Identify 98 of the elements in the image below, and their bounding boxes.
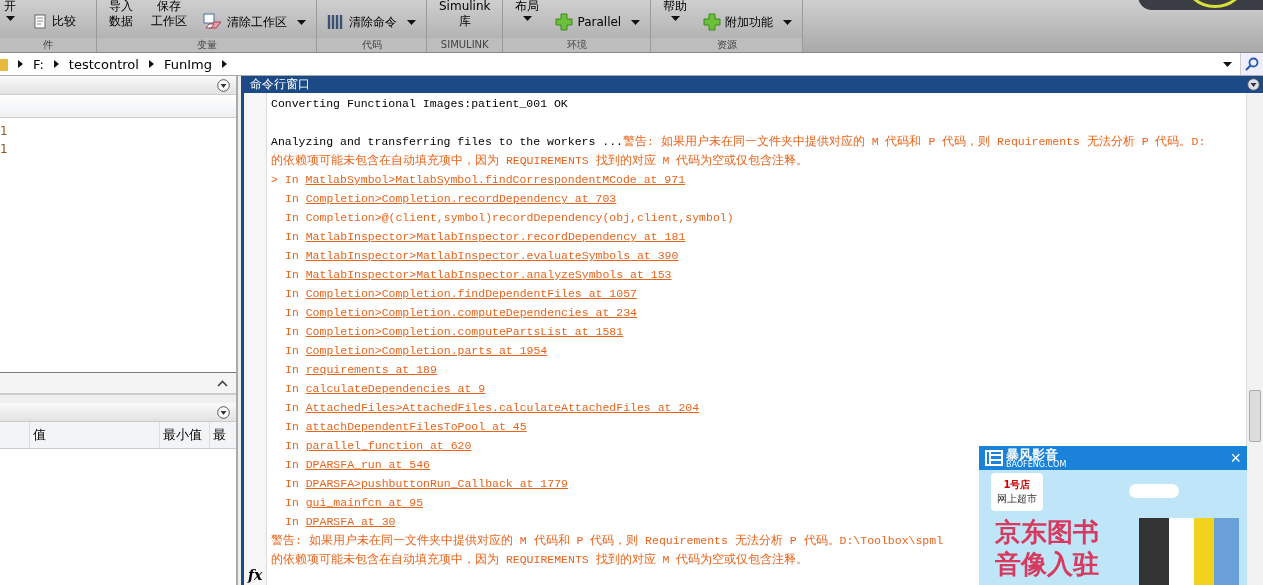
- store-subtitle: 网上超市: [997, 492, 1037, 506]
- list-value: 1: [0, 141, 9, 158]
- stack-prefix: In: [285, 496, 299, 509]
- caret-icon[interactable]: [522, 16, 532, 21]
- toolbar-button[interactable]: 附加功能: [701, 13, 795, 31]
- path-segment[interactable]: F:: [33, 56, 44, 72]
- caret-icon[interactable]: [670, 16, 680, 21]
- warning-text: 警告: 如果用户未在同一文件夹中提供对应的 M 代码和 P 代码，则 Requirements 无法分析 P 代码。D:: [622, 135, 1206, 148]
- document-icon: [32, 13, 48, 30]
- stack-prefix: In: [285, 401, 299, 414]
- path-segment[interactable]: testcontrol: [68, 56, 139, 72]
- column-header[interactable]: 最小值: [160, 422, 210, 448]
- caret-icon[interactable]: [783, 19, 793, 25]
- stack-prefix: In: [285, 420, 299, 433]
- eraser-icon: [203, 13, 223, 31]
- stack-prefix: In: [285, 477, 299, 490]
- stack-prefix: In: [285, 268, 299, 281]
- stack-link[interactable]: MatlabInspector>MatlabInspector.evaluateSymbols at 390: [305, 249, 679, 262]
- chevron-icon[interactable]: [221, 60, 227, 68]
- output-line: Analyzing and transferring files to the workers ...: [271, 135, 623, 148]
- stack-prefix: In: [285, 363, 299, 376]
- dropdown-icon[interactable]: [1223, 61, 1232, 67]
- store-logo: 1号店: [1003, 478, 1031, 492]
- toolbar-button[interactable]: 保存 工作区: [147, 0, 191, 29]
- toolbar-button[interactable]: 帮助: [659, 0, 692, 21]
- stack-prefix: In: [285, 515, 299, 528]
- function-prompt[interactable]: fx: [248, 567, 263, 583]
- stack-link[interactable]: gui_mainfcn at 95: [305, 496, 424, 509]
- stack-prefix: In: [285, 382, 299, 395]
- toolbar-button[interactable]: 开: [0, 0, 20, 21]
- cloud-icon: [1129, 484, 1179, 498]
- stack-link[interactable]: MatlabInspector>MatlabInspector.recordDependency at 181: [305, 230, 686, 243]
- stack-prefix: In: [285, 306, 299, 319]
- list-value: 1: [0, 123, 9, 140]
- toolbar-button[interactable]: 清除工作区: [201, 13, 308, 31]
- stack-link[interactable]: Completion>Completion.recordDependency at 703: [305, 192, 617, 205]
- logo-icon: [985, 450, 1003, 466]
- chevron-icon[interactable]: [148, 60, 154, 68]
- stack-prefix: In: [285, 192, 299, 205]
- column-header[interactable]: 最: [210, 422, 236, 448]
- stack-prefix: In: [285, 344, 299, 357]
- stack-prefix: > In: [271, 173, 299, 186]
- plus-icon: [555, 13, 574, 31]
- section-label: 变量: [97, 38, 316, 52]
- output-line: Converting Functional Images:patient_001 OK: [271, 97, 568, 110]
- menu-icon[interactable]: [217, 405, 230, 419]
- toolbar-button[interactable]: Parallel: [553, 13, 643, 31]
- stack-text: Completion>@(client,symbol)recordDependency(obj,client,symbol): [305, 211, 734, 224]
- ad-logo: 暴风影音: [1006, 447, 1058, 461]
- column-header[interactable]: 值: [30, 422, 160, 448]
- chevron-icon[interactable]: [18, 60, 23, 68]
- stack-link[interactable]: parallel_function at 620: [305, 439, 472, 452]
- section-label: 环境: [503, 38, 651, 52]
- section-label: 件: [0, 38, 96, 52]
- stack-link[interactable]: MatlabSymbol>MatlabSymbol.findCorrespondentMCode at 971: [305, 173, 686, 186]
- toolbar-button[interactable]: 导入 数据: [105, 0, 137, 29]
- collapse-icon[interactable]: [217, 379, 228, 387]
- section-label: 资源: [651, 38, 803, 52]
- stack-link[interactable]: Completion>Completion.parts at 1954: [305, 344, 548, 357]
- bars-icon: [327, 13, 345, 31]
- stack-prefix: In: [285, 458, 299, 471]
- stack-prefix: In: [285, 287, 299, 300]
- toolbar-button[interactable]: Simulink 库: [435, 0, 495, 29]
- search-icon: [1245, 57, 1259, 71]
- section-label: SIMULINK: [427, 38, 503, 52]
- caret-icon[interactable]: [631, 19, 641, 25]
- stack-prefix: In: [285, 325, 299, 338]
- toolbar-button[interactable]: 布局: [511, 0, 544, 21]
- ad-headline: 音像入驻: [995, 548, 1099, 580]
- menu-icon[interactable]: [217, 78, 230, 92]
- stack-link[interactable]: MatlabInspector>MatlabInspector.analyzeSymbols at 153: [305, 268, 672, 281]
- toolbar-button[interactable]: 比较: [30, 13, 78, 30]
- menu-icon[interactable]: [1247, 78, 1260, 91]
- path-segment[interactable]: FunImg: [163, 56, 212, 72]
- caret-icon[interactable]: [297, 19, 306, 25]
- scrollbar[interactable]: [1246, 93, 1263, 585]
- stack-prefix: In: [285, 439, 299, 452]
- search-button[interactable]: [1240, 53, 1263, 75]
- plus-icon: [703, 13, 722, 31]
- section-label: 代码: [317, 38, 426, 52]
- warning-text: 的依赖项可能未包含在自动填充项中，因为 REQUIREMENTS 找到的对应 M 代码为空或仅包含注释。: [271, 553, 809, 566]
- panel-title: 命令行窗口: [250, 76, 310, 93]
- warning-text: 的依赖项可能未包含在自动填充项中，因为 REQUIREMENTS 找到的对应 M 代码为空或仅包含注释。: [271, 154, 809, 167]
- toolbar-button[interactable]: 清除命令: [325, 13, 418, 31]
- caret-icon[interactable]: [5, 16, 15, 21]
- stack-prefix: In: [285, 211, 299, 224]
- scrollbar-thumb[interactable]: [1249, 390, 1261, 442]
- close-button[interactable]: ×: [1230, 449, 1241, 467]
- stack-link[interactable]: Completion>Completion.computePartsList at 1581: [305, 325, 624, 338]
- chevron-icon[interactable]: [53, 60, 59, 68]
- warning-text: 警告: 如果用户未在同一文件夹中提供对应的 M 代码和 P 代码，则 Requirements 无法分析 P 代码。D:\Toolbox\spml: [271, 534, 944, 547]
- caret-icon[interactable]: [407, 19, 416, 25]
- stack-link[interactable]: calculateDependencies at 9: [305, 382, 486, 395]
- ad-logo-subtitle: BAOFENG.COM: [1006, 460, 1067, 469]
- ad-banner[interactable]: 1号店 网上超市 京东图书 音像入驻: [979, 470, 1247, 585]
- stack-prefix: In: [285, 249, 299, 262]
- stack-prefix: In: [285, 230, 299, 243]
- ad-headline: 京东图书: [995, 516, 1099, 548]
